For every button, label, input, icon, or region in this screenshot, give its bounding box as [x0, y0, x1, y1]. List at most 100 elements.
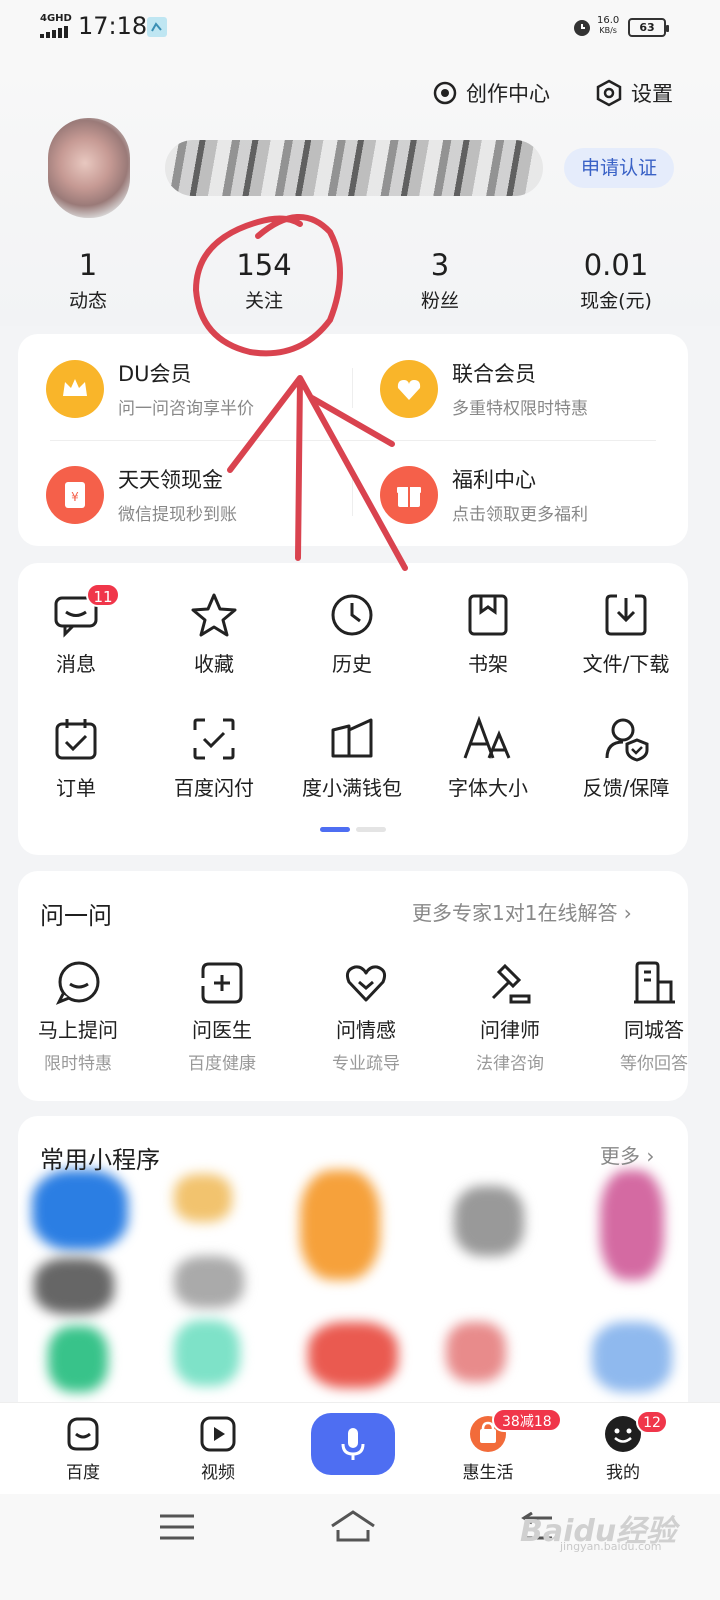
ask-more-link[interactable]: 更多专家1对1在线解答 ›	[412, 897, 632, 926]
ask-item-emotion[interactable]: 问情感 专业疏导	[296, 960, 436, 1074]
vip-title: 天天领现金	[118, 468, 223, 492]
creator-center-label: 创作中心	[466, 82, 550, 106]
certify-button[interactable]: 申请认证	[564, 148, 674, 188]
tool-downloads[interactable]: 文件/下载	[558, 592, 694, 677]
vip-item-cash[interactable]: ¥ 天天领现金微信提现秒到账	[46, 464, 237, 525]
clock-icon	[331, 594, 373, 636]
nav-label: 百度	[66, 1463, 100, 1483]
vip-subtitle: 点击领取更多福利	[452, 505, 588, 525]
vip-item-welfare[interactable]: 福利中心 点击领取更多福利	[380, 464, 588, 525]
mini-program-tile[interactable]	[308, 1322, 398, 1388]
nav-label: 视频	[201, 1463, 235, 1483]
tool-messages[interactable]: 消息	[8, 592, 144, 677]
tool-orders[interactable]: 订单	[8, 716, 144, 801]
mini-program-tile[interactable]	[592, 1322, 672, 1392]
mini-program-tile[interactable]	[32, 1170, 128, 1250]
svg-text:¥: ¥	[71, 490, 79, 504]
tool-label: 消息	[56, 652, 96, 676]
divider	[352, 368, 353, 408]
stat-value: 154	[236, 248, 292, 282]
tool-label: 历史	[332, 652, 372, 676]
mini-program-tile[interactable]	[48, 1326, 108, 1392]
vip-subtitle: 微信提现秒到账	[118, 505, 237, 525]
tool-label: 百度闪付	[174, 776, 254, 800]
tool-label: 字体大小	[448, 776, 528, 800]
tool-label: 度小满钱包	[302, 776, 402, 800]
heart-icon	[346, 965, 386, 1002]
stat-value: 1	[78, 248, 98, 282]
stat-label: 粉丝	[420, 290, 459, 312]
stat-fans[interactable]: 3 粉丝	[370, 248, 510, 313]
mini-program-tile[interactable]	[174, 1174, 232, 1222]
ask-more-label: 更多专家1对1在线解答	[412, 901, 618, 925]
vip-subtitle: 多重特权限时特惠	[452, 399, 588, 419]
stat-label: 动态	[68, 290, 107, 312]
ask-sublabel: 百度健康	[188, 1054, 256, 1074]
nav-label: 我的	[606, 1463, 640, 1483]
creator-center-icon	[433, 81, 457, 105]
menu-icon[interactable]	[158, 1512, 196, 1542]
tool-label: 反馈/保障	[582, 776, 670, 800]
nav-label: 惠生活	[462, 1463, 514, 1483]
gear-icon	[596, 79, 622, 107]
video-play-icon	[200, 1416, 236, 1452]
stat-label: 关注	[244, 290, 283, 312]
vip-item-du[interactable]: DU会员 问一问咨询享半价	[46, 358, 254, 419]
tool-history[interactable]: 历史	[284, 592, 420, 677]
tool-font-size[interactable]: 字体大小	[420, 716, 556, 801]
nav-baidu[interactable]: 百度	[33, 1414, 133, 1483]
avatar[interactable]	[48, 118, 130, 218]
star-icon	[191, 593, 237, 637]
microphone-icon	[341, 1428, 365, 1460]
mini-program-tile[interactable]	[600, 1170, 664, 1280]
voice-search-button[interactable]	[311, 1413, 395, 1475]
vip-title: 联合会员	[452, 362, 536, 386]
mini-program-tile[interactable]	[446, 1322, 506, 1382]
stat-following[interactable]: 154 关注	[194, 248, 334, 313]
network-type: 4GHD	[40, 13, 72, 24]
username-obscured	[165, 140, 543, 196]
settings-link[interactable]: 设置	[595, 78, 673, 108]
mini-program-tile[interactable]	[454, 1186, 524, 1256]
ask-item-lawyer[interactable]: 问律师 法律咨询	[440, 960, 580, 1074]
font-size-icon	[463, 716, 511, 759]
tool-wallet[interactable]: 度小满钱包	[284, 716, 420, 801]
vip-item-union[interactable]: 联合会员多重特权限时特惠	[380, 358, 588, 419]
ask-sublabel: 限时特惠	[44, 1054, 112, 1074]
order-icon	[55, 719, 97, 760]
nav-video[interactable]: 视频	[168, 1414, 268, 1483]
tool-bookshelf[interactable]: 书架	[420, 592, 556, 677]
heart-badge-icon	[380, 359, 438, 418]
mini-program-tile[interactable]	[174, 1256, 244, 1308]
ask-item-quick[interactable]: 马上提问 限时特惠	[8, 960, 148, 1074]
mini-program-tile[interactable]	[300, 1170, 380, 1280]
home-icon[interactable]	[328, 1508, 378, 1544]
battery-icon: 63	[628, 18, 669, 37]
tool-label: 书架	[468, 652, 508, 676]
mini-program-tile[interactable]	[174, 1320, 240, 1386]
scan-pay-icon	[193, 718, 235, 760]
crown-icon	[46, 359, 104, 418]
settings-label: 设置	[631, 82, 673, 106]
tool-favorites[interactable]: 收藏	[146, 592, 282, 677]
ask-item-local[interactable]: 同城答 等你回答	[584, 960, 720, 1074]
feedback-shield-icon	[605, 718, 649, 762]
tool-feedback[interactable]: 反馈/保障	[558, 716, 694, 801]
stat-cash[interactable]: 0.01 现金(元)	[546, 248, 686, 313]
tool-baidu-pay[interactable]: 百度闪付	[146, 716, 282, 801]
ask-item-doctor[interactable]: 问医生 百度健康	[152, 960, 292, 1074]
app-notification-icon	[147, 17, 167, 37]
bookmark-icon	[468, 594, 508, 636]
mine-count-badge: 12	[636, 1410, 668, 1434]
battery-level: 63	[639, 21, 655, 34]
medical-plus-icon	[201, 962, 243, 1004]
mini-program-tile[interactable]	[34, 1258, 114, 1314]
page-indicator[interactable]	[356, 827, 386, 832]
tool-label: 订单	[56, 776, 96, 800]
gift-icon	[380, 465, 438, 524]
mini-programs-more-link[interactable]: 更多 ›	[600, 1140, 654, 1169]
ask-sublabel: 专业疏导	[332, 1054, 400, 1074]
watermark-url: jingyan.baidu.com	[560, 1540, 662, 1553]
creator-center-link[interactable]: 创作中心	[432, 78, 550, 108]
stat-posts[interactable]: 1 动态	[18, 248, 158, 313]
